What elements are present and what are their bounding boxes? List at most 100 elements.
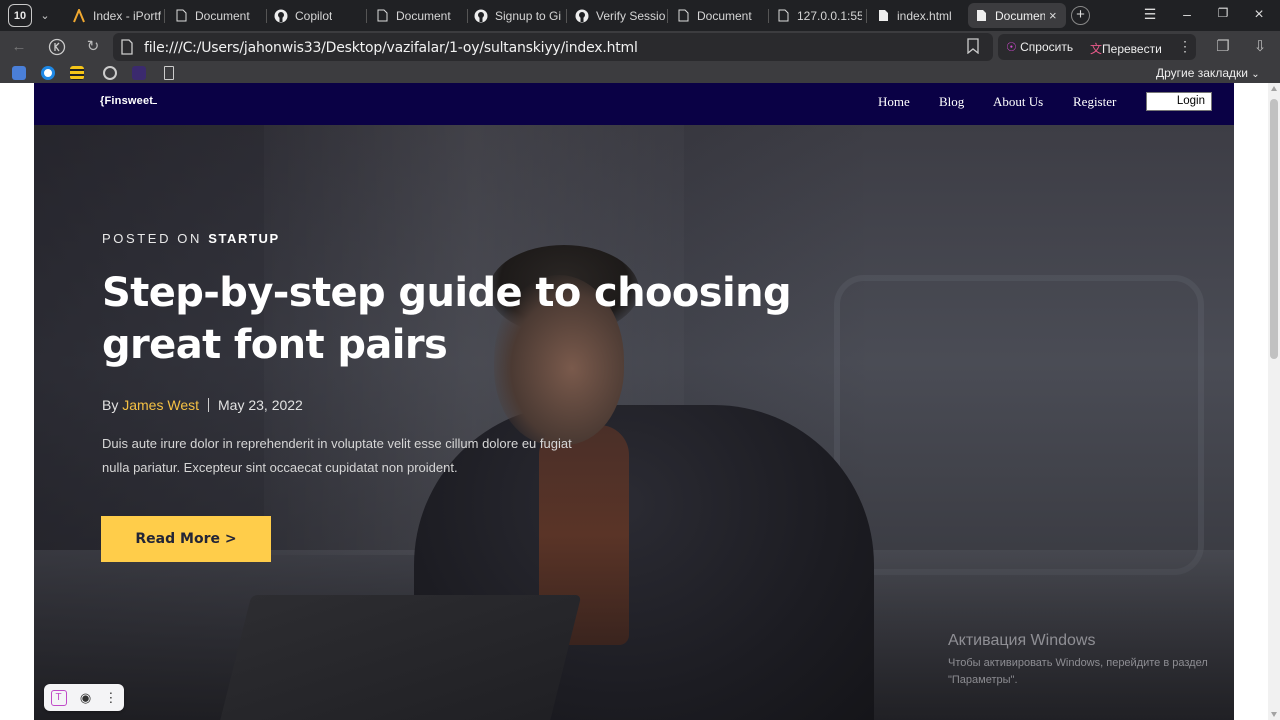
reload-icon[interactable]: ↻ bbox=[83, 38, 103, 56]
post-byline: By James West May 23, 2022 bbox=[102, 397, 303, 413]
nav-blog[interactable]: Blog bbox=[939, 94, 964, 110]
tab-document[interactable]: Document bbox=[670, 3, 766, 28]
github-icon bbox=[474, 9, 488, 23]
tab-divider bbox=[266, 9, 267, 23]
tab-title: Document bbox=[995, 8, 1045, 23]
url-field[interactable]: file:///C:/Users/jahonwis33/Desktop/vazi… bbox=[113, 33, 993, 61]
tab-bar: 10 ⌄ Index - iPortf Document Copilot Doc… bbox=[0, 0, 1280, 31]
tab-counter[interactable]: 10 bbox=[8, 4, 32, 27]
nav-about-us[interactable]: About Us bbox=[993, 94, 1043, 110]
camera-icon[interactable]: ◉ bbox=[80, 690, 91, 706]
chevron-down-icon[interactable]: ⌄ bbox=[36, 6, 54, 24]
restore-icon[interactable]: ❐ bbox=[1212, 6, 1234, 20]
download-icon[interactable]: ⇩ bbox=[1250, 38, 1270, 56]
url-text: file:///C:/Users/jahonwis33/Desktop/vazi… bbox=[144, 40, 638, 56]
github-icon bbox=[575, 9, 589, 23]
tab-index-iportfolio[interactable]: Index - iPortf bbox=[66, 3, 162, 28]
other-bookmarks[interactable]: Другие закладки ⌄ bbox=[1156, 66, 1260, 80]
page-icon bbox=[174, 9, 188, 23]
logo-underscore bbox=[153, 103, 158, 104]
other-bookmarks-label: Другие закладки bbox=[1156, 66, 1248, 80]
file-icon bbox=[974, 9, 988, 23]
read-more-button[interactable]: Read More > bbox=[101, 516, 271, 562]
tab-copilot[interactable]: Copilot bbox=[268, 3, 364, 28]
translate-button[interactable]: 文Перевести bbox=[1090, 40, 1162, 57]
nav-register[interactable]: Register bbox=[1073, 94, 1116, 110]
page-bookmark-icon[interactable] bbox=[164, 66, 174, 80]
yandex-icon[interactable] bbox=[47, 38, 67, 56]
translate-icon: 文 bbox=[1090, 42, 1103, 56]
a-icon bbox=[72, 8, 86, 23]
tab-document[interactable]: Document bbox=[168, 3, 264, 28]
watermark-title: Активация Windows bbox=[948, 632, 1096, 649]
more-vert-icon[interactable]: ⋮ bbox=[1178, 38, 1192, 55]
site-navbar: {Finsweet Home Blog About Us Register Lo… bbox=[34, 83, 1234, 125]
hero-headline: Step-by-step guide to choosing great fon… bbox=[102, 270, 792, 368]
tab-title: Signup to Gi bbox=[495, 8, 562, 23]
tab-document-active[interactable]: Document × bbox=[968, 3, 1066, 28]
site-logo[interactable]: {Finsweet bbox=[100, 95, 158, 107]
new-tab-icon[interactable]: + bbox=[1071, 6, 1090, 25]
wall-panel bbox=[834, 275, 1204, 575]
menu-icon[interactable]: ☰ bbox=[1139, 6, 1161, 23]
tab-title: Document bbox=[195, 8, 250, 23]
tab-divider bbox=[566, 9, 567, 23]
collections-icon[interactable]: ❐ bbox=[1213, 38, 1233, 56]
tab-title: Document bbox=[697, 8, 752, 23]
tab-divider bbox=[164, 9, 165, 23]
chrome-bookmark-icon[interactable] bbox=[103, 66, 117, 80]
page-icon bbox=[676, 9, 690, 23]
ask-button[interactable]: ☉ Спросить bbox=[1006, 40, 1073, 54]
tab-title: Copilot bbox=[295, 8, 333, 23]
more-vert-icon[interactable]: ⋮ bbox=[104, 690, 117, 706]
stack-bookmark-icon[interactable] bbox=[70, 66, 84, 80]
minimize-icon[interactable]: – bbox=[1176, 6, 1198, 22]
tab-verify-session[interactable]: Verify Sessio bbox=[569, 3, 665, 28]
circle-bookmark-icon[interactable] bbox=[41, 66, 55, 80]
text-select-icon[interactable]: T bbox=[50, 689, 67, 706]
website: {Finsweet Home Blog About Us Register Lo… bbox=[34, 83, 1234, 720]
hi-bookmark-icon[interactable] bbox=[132, 66, 146, 80]
floating-toolbar: T ◉ ⋮ bbox=[44, 684, 124, 711]
logo-text: {Finsweet bbox=[100, 95, 154, 107]
translate-bookmark-icon[interactable] bbox=[12, 66, 26, 80]
login-button[interactable]: Login bbox=[1146, 92, 1212, 111]
scroll-down-arrow-icon[interactable] bbox=[1271, 712, 1277, 717]
scroll-thumb[interactable] bbox=[1270, 99, 1278, 359]
tab-title: Index - iPortf bbox=[93, 8, 162, 23]
close-tab-icon[interactable]: × bbox=[1049, 8, 1057, 23]
tab-title: Verify Sessio bbox=[596, 8, 665, 23]
laptop-image bbox=[216, 595, 582, 720]
hero-section: POSTED ON STARTUP Step-by-step guide to … bbox=[34, 125, 1234, 720]
author-link[interactable]: James West bbox=[122, 397, 199, 413]
nav-home[interactable]: Home bbox=[878, 94, 910, 110]
file-icon bbox=[876, 9, 890, 23]
tab-document[interactable]: Document bbox=[369, 3, 465, 28]
ask-label: Спросить bbox=[1020, 40, 1074, 54]
address-bar-row: ← ↻ file:///C:/Users/jahonwis33/Desktop/… bbox=[0, 31, 1280, 63]
category-label[interactable]: STARTUP bbox=[208, 231, 280, 246]
tab-index-html[interactable]: index.html bbox=[870, 3, 966, 28]
close-window-icon[interactable]: × bbox=[1248, 6, 1270, 24]
scroll-up-arrow-icon[interactable] bbox=[1271, 86, 1277, 91]
tab-localhost[interactable]: 127.0.0.1:55( bbox=[770, 3, 862, 28]
page-viewport: {Finsweet Home Blog About Us Register Lo… bbox=[0, 83, 1268, 720]
page-scrollbar[interactable] bbox=[1268, 83, 1280, 720]
tab-title: Document bbox=[396, 8, 451, 23]
post-excerpt: Duis aute irure dolor in reprehenderit i… bbox=[102, 436, 572, 475]
tab-signup-github[interactable]: Signup to Gi bbox=[468, 3, 564, 28]
bookmarks-bar: Другие закладки ⌄ bbox=[0, 63, 1280, 83]
tab-divider bbox=[866, 9, 867, 23]
page-icon bbox=[776, 9, 790, 23]
github-icon bbox=[274, 9, 288, 23]
back-icon[interactable]: ← bbox=[9, 38, 29, 56]
ask-icon: ☉ bbox=[1006, 40, 1017, 54]
chevron-down-icon: ⌄ bbox=[1251, 69, 1260, 80]
post-category: POSTED ON STARTUP bbox=[102, 231, 280, 246]
bookmark-icon[interactable] bbox=[966, 38, 980, 58]
windows-activation-watermark: Активация Windows Чтобы активировать Win… bbox=[948, 632, 1238, 689]
file-icon bbox=[120, 39, 136, 55]
tab-divider bbox=[667, 9, 668, 23]
byline-divider bbox=[208, 398, 209, 412]
by-label: By bbox=[102, 397, 119, 413]
